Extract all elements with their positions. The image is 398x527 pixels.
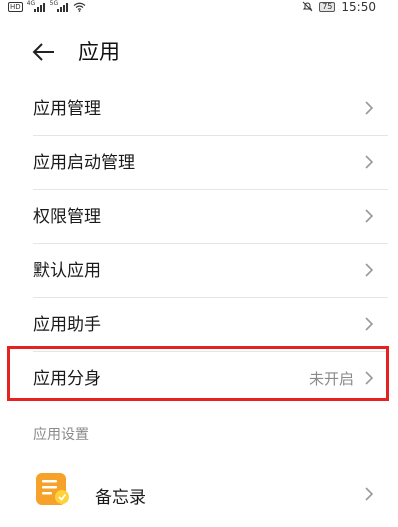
list-item-permission-management[interactable]: 权限管理 xyxy=(33,190,388,244)
status-bar: HD 4G 5G 75 15:50 xyxy=(0,0,398,14)
arrow-left-icon xyxy=(32,43,54,61)
list-item-label: 权限管理 xyxy=(33,207,101,227)
mute-icon xyxy=(302,1,313,12)
chevron-right-icon xyxy=(365,155,374,169)
chevron-right-icon xyxy=(365,487,374,501)
app-item-label: 备忘录 xyxy=(95,488,146,508)
list-item-app-assistant[interactable]: 应用助手 xyxy=(33,298,388,352)
page-title: 应用 xyxy=(78,40,120,64)
status-time: 15:50 xyxy=(341,0,376,14)
chevron-right-icon xyxy=(365,317,374,331)
battery-icon: 75 xyxy=(319,1,336,12)
list-item-label: 应用助手 xyxy=(33,315,101,335)
list-item-app-management[interactable]: 应用管理 xyxy=(33,82,388,136)
list-item-label: 应用启动管理 xyxy=(33,153,135,173)
list-item-app-launch-management[interactable]: 应用启动管理 xyxy=(33,136,388,190)
section-header-app-settings: 应用设置 xyxy=(33,427,89,443)
signal-icon-2: 5G xyxy=(50,0,69,12)
app-item-notes[interactable]: 备忘录 xyxy=(33,470,388,520)
wifi-icon xyxy=(73,2,86,12)
notes-app-icon xyxy=(36,473,69,505)
page-header: 应用 xyxy=(0,26,398,78)
back-button[interactable] xyxy=(30,40,58,64)
highlight-box xyxy=(7,346,389,401)
list-item-label: 应用管理 xyxy=(33,99,101,119)
signal-icon-1: 4G xyxy=(27,0,46,12)
chevron-right-icon xyxy=(365,209,374,223)
list-item-label: 默认应用 xyxy=(33,261,101,281)
chevron-right-icon xyxy=(365,263,374,277)
list-item-default-apps[interactable]: 默认应用 xyxy=(33,244,388,298)
chevron-right-icon xyxy=(365,101,374,115)
hd-badge: HD xyxy=(8,1,23,12)
